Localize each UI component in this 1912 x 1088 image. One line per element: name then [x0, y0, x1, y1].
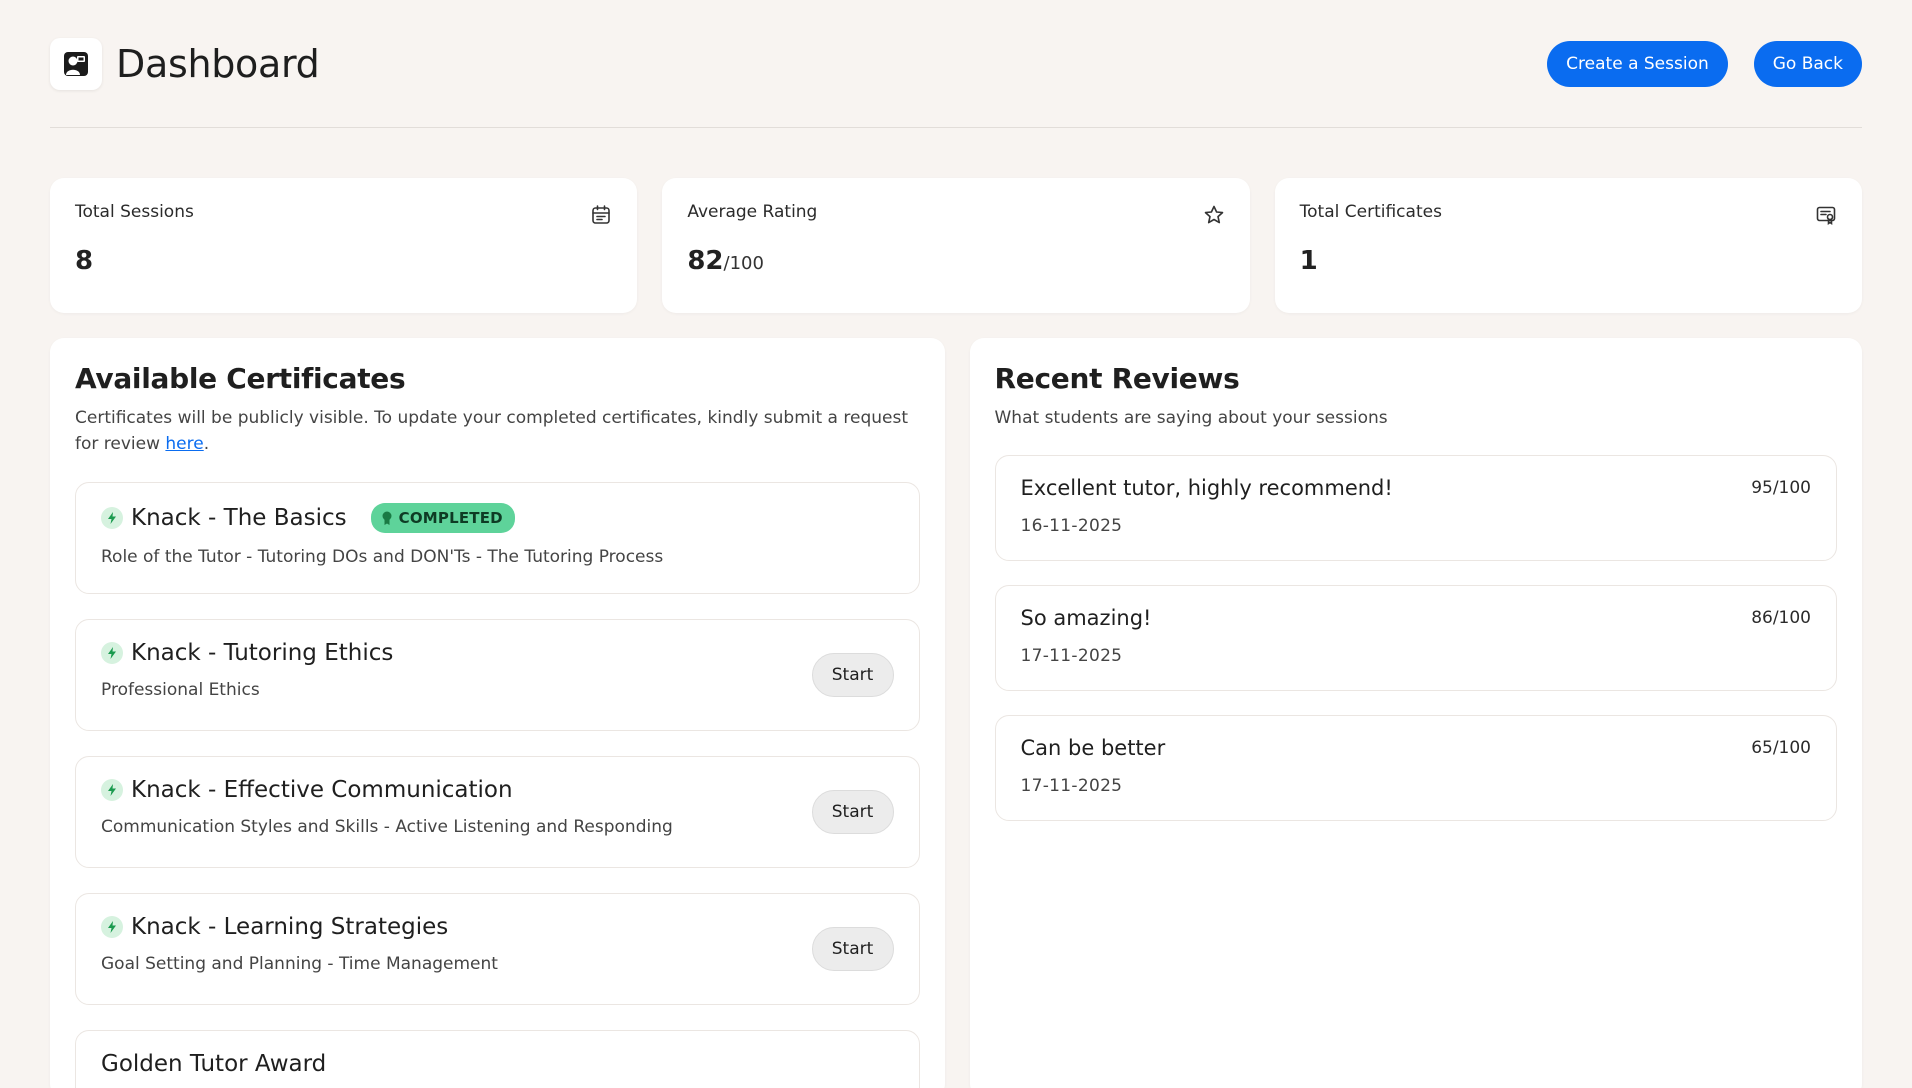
certificate-card: Knack - Tutoring Ethics Professional Eth…	[75, 619, 920, 731]
available-certificates-panel: Available Certificates Certificates will…	[50, 338, 945, 1088]
go-back-button[interactable]: Go Back	[1753, 40, 1862, 87]
review-list: Excellent tutor, highly recommend! 95/10…	[994, 455, 1837, 821]
review-card: Can be better 65/100 17-11-2025	[994, 715, 1837, 821]
certificate-title: Knack - The Basics	[131, 505, 347, 531]
panel-description: What students are saying about your sess…	[994, 408, 1388, 428]
certificate-title: Knack - Learning Strategies	[131, 914, 449, 940]
certificate-subtitle: Goal Setting and Planning - Time Managem…	[101, 954, 498, 974]
start-button[interactable]: Start	[811, 790, 894, 834]
app-logo-icon	[50, 37, 102, 90]
stat-label: Total Certificates	[1299, 202, 1442, 222]
stat-card-average-rating: Average Rating 82/100	[662, 178, 1250, 313]
certificate-title: Knack - Tutoring Ethics	[131, 640, 394, 666]
certificate-card: Golden Tutor Award	[75, 1030, 920, 1088]
panel-title: Recent Reviews	[994, 362, 1240, 395]
header: Dashboard Create a Session Go Back	[50, 0, 1862, 128]
certificate-title: Knack - Effective Communication	[131, 777, 513, 803]
review-date: 17-11-2025	[1020, 646, 1123, 666]
completed-badge: COMPLETED	[370, 503, 515, 533]
review-score: 86/100	[1751, 608, 1811, 628]
create-session-button[interactable]: Create a Session	[1547, 40, 1728, 87]
stat-value: 1	[1299, 246, 1318, 276]
certificate-card: Knack - The Basics COMPLETED Role of the…	[75, 482, 920, 594]
brand: Dashboard	[50, 37, 320, 90]
stats-row: Total Sessions 8 Average Rating 82/100 T…	[50, 178, 1862, 313]
calendar-icon	[592, 205, 611, 224]
review-text: So amazing!	[1020, 606, 1152, 630]
review-text: Excellent tutor, highly recommend!	[1020, 476, 1393, 500]
stat-value: 8	[75, 246, 94, 276]
review-card: So amazing! 86/100 17-11-2025	[994, 585, 1837, 691]
star-icon	[1204, 205, 1223, 224]
award-icon	[382, 511, 392, 525]
stat-card-total-certificates: Total Certificates 1	[1274, 178, 1862, 313]
review-text: Can be better	[1020, 736, 1166, 760]
certificate-title: Golden Tutor Award	[101, 1051, 327, 1077]
certificate-subtitle: Role of the Tutor - Tutoring DOs and DON…	[101, 547, 664, 567]
start-button[interactable]: Start	[811, 653, 894, 697]
review-card: Excellent tutor, highly recommend! 95/10…	[994, 455, 1837, 561]
bolt-icon	[101, 642, 123, 664]
dashboard-page: Dashboard Create a Session Go Back Total…	[0, 0, 1912, 1088]
stat-label: Total Sessions	[75, 202, 194, 222]
review-score: 65/100	[1751, 738, 1811, 758]
certificate-subtitle: Communication Styles and Skills - Active…	[101, 817, 673, 837]
panels: Available Certificates Certificates will…	[50, 338, 1862, 1088]
certificate-card: Knack - Learning Strategies Goal Setting…	[75, 893, 920, 1005]
review-request-link[interactable]: here	[165, 434, 203, 454]
certificate-card: Knack - Effective Communication Communic…	[75, 756, 920, 868]
stat-card-total-sessions: Total Sessions 8	[50, 178, 638, 313]
page-title: Dashboard	[116, 41, 320, 86]
review-date: 17-11-2025	[1020, 776, 1123, 796]
review-date: 16-11-2025	[1020, 516, 1123, 536]
stat-label: Average Rating	[687, 202, 818, 222]
panel-title: Available Certificates	[75, 362, 406, 395]
certificate-list: Knack - The Basics COMPLETED Role of the…	[75, 482, 920, 1088]
bolt-icon	[101, 779, 123, 801]
certificate-subtitle: Professional Ethics	[101, 680, 260, 700]
start-button[interactable]: Start	[811, 927, 894, 971]
bolt-icon	[101, 507, 123, 529]
recent-reviews-panel: Recent Reviews What students are saying …	[969, 338, 1862, 1088]
stat-value: 82/100	[687, 246, 764, 276]
panel-description: Certificates will be publicly visible. T…	[75, 408, 908, 454]
bolt-icon	[101, 916, 123, 938]
header-actions: Create a Session Go Back	[1547, 40, 1862, 87]
certificate-icon	[1816, 206, 1836, 225]
review-score: 95/100	[1751, 478, 1811, 498]
